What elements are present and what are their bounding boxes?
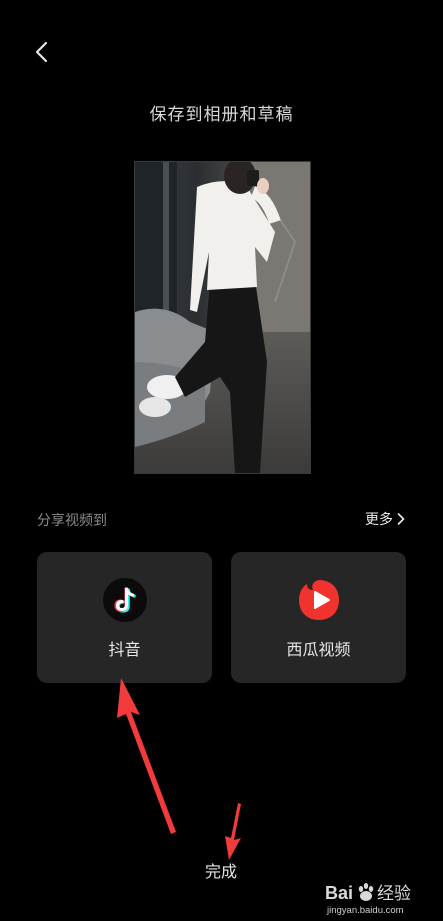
chevron-right-icon (397, 513, 405, 525)
share-card-xigua[interactable]: 西瓜视频 (231, 552, 406, 683)
baidu-jingyan-watermark: Bai 经验 jingyan.baidu.com (325, 883, 411, 916)
svg-text:经验: 经验 (377, 884, 411, 904)
done-button[interactable]: 完成 (171, 856, 271, 888)
annotation-arrow-icon (117, 678, 176, 834)
share-label: 分享视频到 (37, 513, 107, 529)
video-thumbnail-image (135, 162, 310, 473)
back-button[interactable] (26, 36, 58, 68)
share-card-label: 抖音 (108, 640, 141, 659)
share-header: 分享视频到 更多 (37, 510, 407, 530)
more-link[interactable]: 更多 (365, 509, 405, 529)
svg-text:Bai: Bai (325, 883, 353, 903)
xigua-video-icon (298, 580, 339, 620)
share-card-label: 西瓜视频 (286, 640, 351, 659)
chevron-left-icon (35, 41, 48, 63)
share-card-douyin[interactable]: 抖音 (37, 552, 212, 683)
video-preview[interactable] (134, 161, 311, 474)
annotation-arrow-icon (225, 803, 241, 860)
more-label: 更多 (365, 512, 393, 528)
douyin-icon (102, 578, 147, 622)
watermark-url: jingyan.baidu.com (326, 905, 404, 916)
page-title: 保存到相册和草稿 (149, 105, 294, 125)
